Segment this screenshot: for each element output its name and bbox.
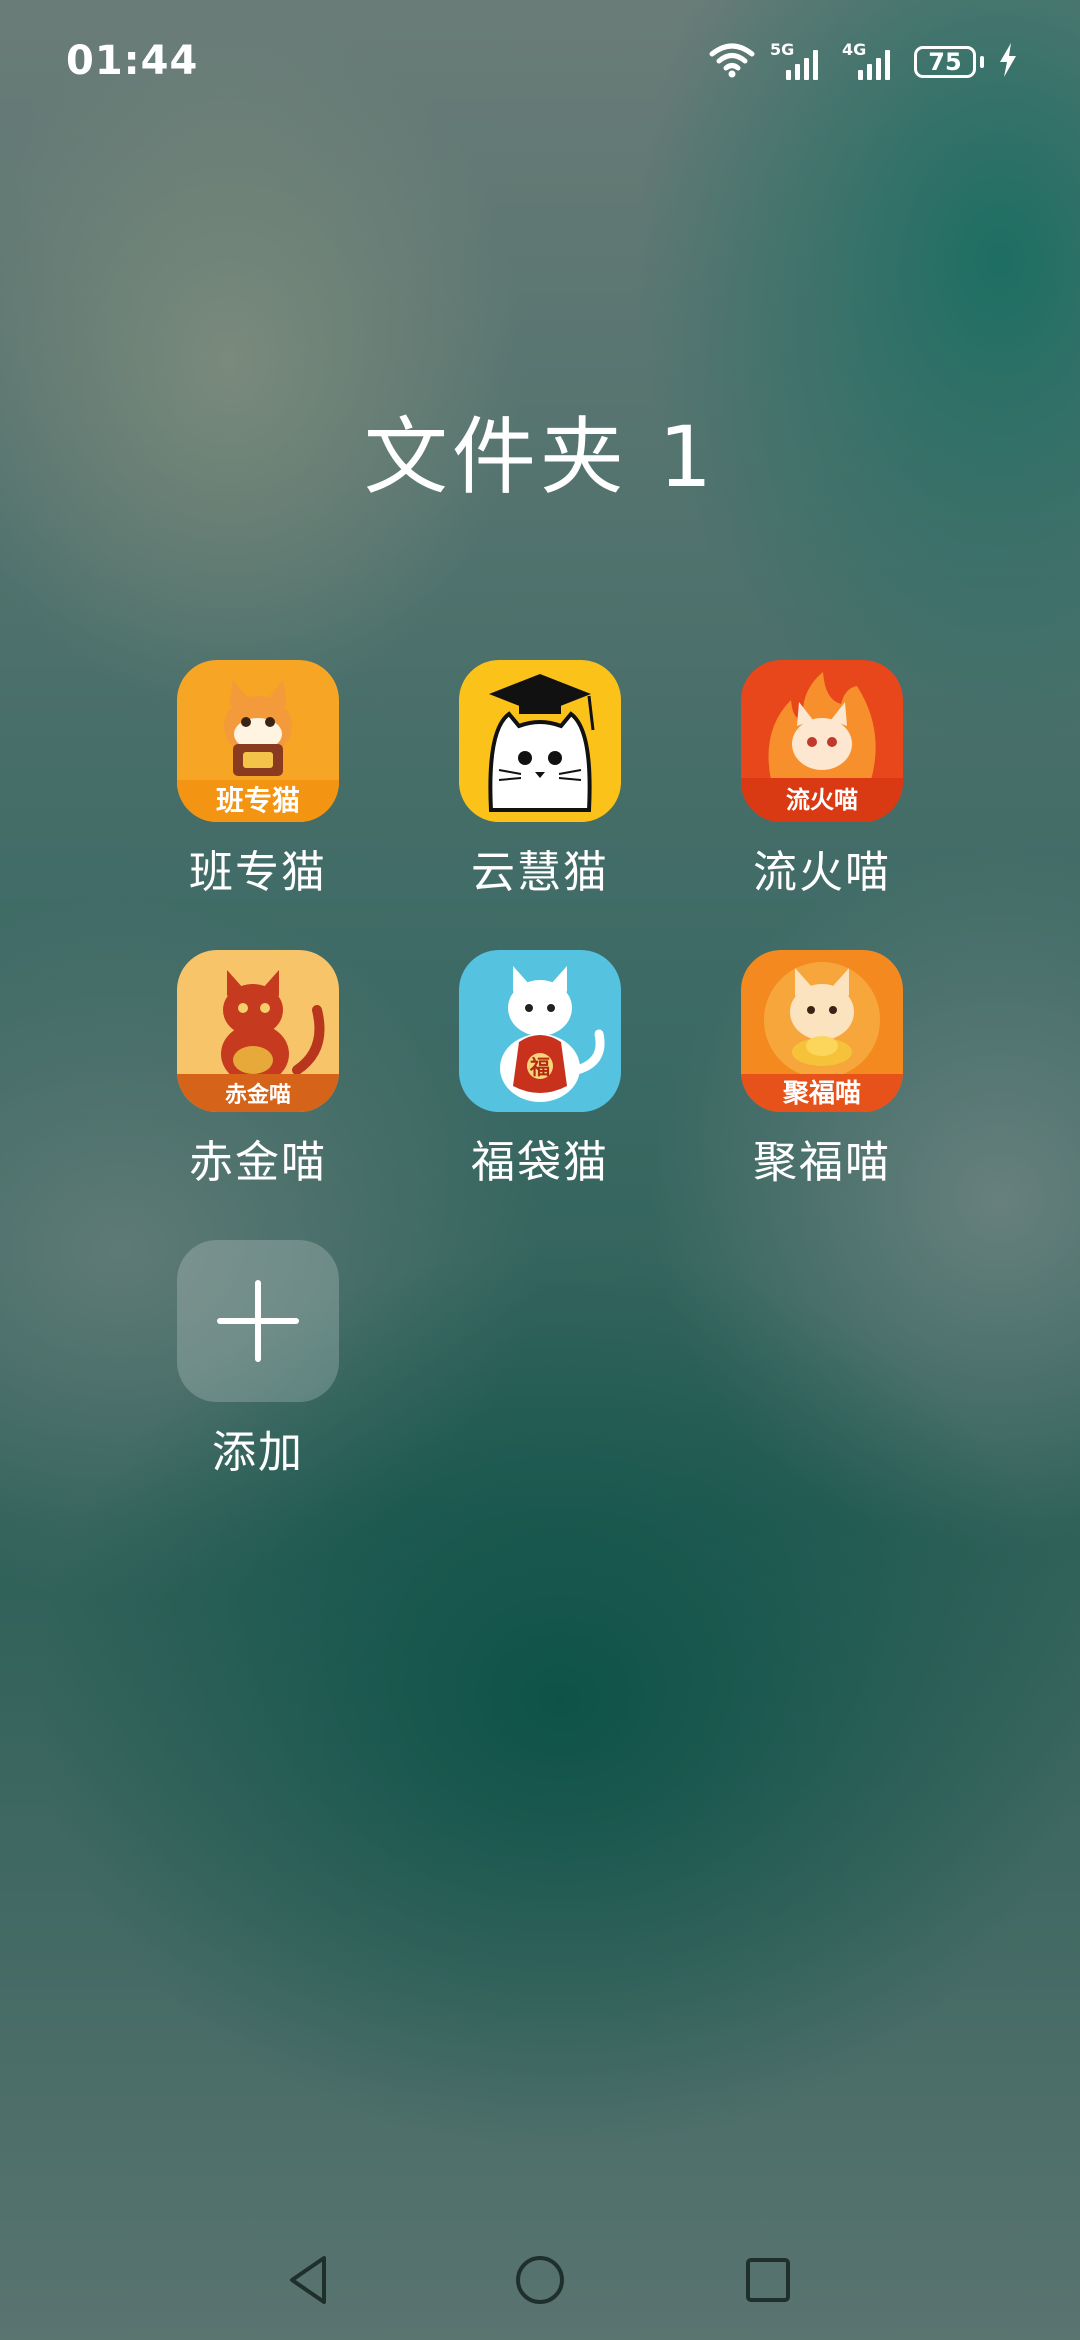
navigation-bar [0,2230,1080,2330]
cat-fire-icon[interactable]: 流火喵 [741,660,903,822]
golden-red-cat-icon[interactable]: 赤金喵 [177,950,339,1112]
square-recents-icon[interactable] [738,2250,798,2310]
add-app-button[interactable]: 添加 [138,1240,378,1480]
app-fudaimao[interactable]: 福 福袋猫 [420,950,660,1190]
status-time: 01:44 [66,38,199,84]
lightning-bolt-icon [998,42,1018,82]
signal-5g-icon: 5G [770,40,828,82]
status-bar: 01:44 5G 4G 75 [0,0,1080,120]
cat-graduation-cap-icon[interactable] [459,660,621,822]
app-label: 云慧猫 [471,847,609,898]
banzhuanmao-icon-text: 班专猫 [216,784,300,817]
app-yunhuimao[interactable]: 云慧猫 [420,660,660,900]
app-chijinmiao[interactable]: 赤金喵 赤金喵 [138,950,378,1190]
fudaimao-icon-text: 福 [529,1055,550,1079]
battery-level: 75 [914,46,976,78]
add-label: 添加 [212,1427,304,1478]
app-jufumiao[interactable]: 聚福喵 聚福喵 [702,950,942,1190]
home-screen: 01:44 5G 4G 75 文件夹 1 班专猫 班专猫 云慧猫 流火喵 流火喵… [0,0,1080,2340]
plus-icon[interactable] [177,1240,339,1402]
chijinmiao-icon-text: 赤金喵 [225,1082,291,1108]
app-label: 流火喵 [753,847,891,898]
status-icons: 5G 4G 75 [708,40,1018,84]
app-liuhuomiao[interactable]: 流火喵 流火喵 [702,660,942,900]
battery-icon: 75 [914,46,984,78]
app-label: 福袋猫 [471,1137,609,1188]
cat-lucky-bag-icon[interactable]: 福 [459,950,621,1112]
app-label: 班专猫 [189,847,327,898]
jufumiao-icon-text: 聚福喵 [782,1079,861,1109]
circle-home-icon[interactable] [510,2250,570,2310]
cat-gold-ingot-icon[interactable]: 聚福喵 [741,950,903,1112]
app-label: 聚福喵 [753,1137,891,1188]
triangle-back-icon[interactable] [280,2250,340,2310]
liuhuomiao-icon-text: 流火喵 [786,786,858,814]
app-banzhuanmao[interactable]: 班专猫 班专猫 [138,660,378,900]
app-label: 赤金喵 [189,1137,327,1188]
folder-title[interactable]: 文件夹 1 [0,390,1080,511]
signal-4g-icon: 4G [842,40,900,82]
wifi-icon [708,40,756,84]
cat-holding-box-icon[interactable]: 班专猫 [177,660,339,822]
